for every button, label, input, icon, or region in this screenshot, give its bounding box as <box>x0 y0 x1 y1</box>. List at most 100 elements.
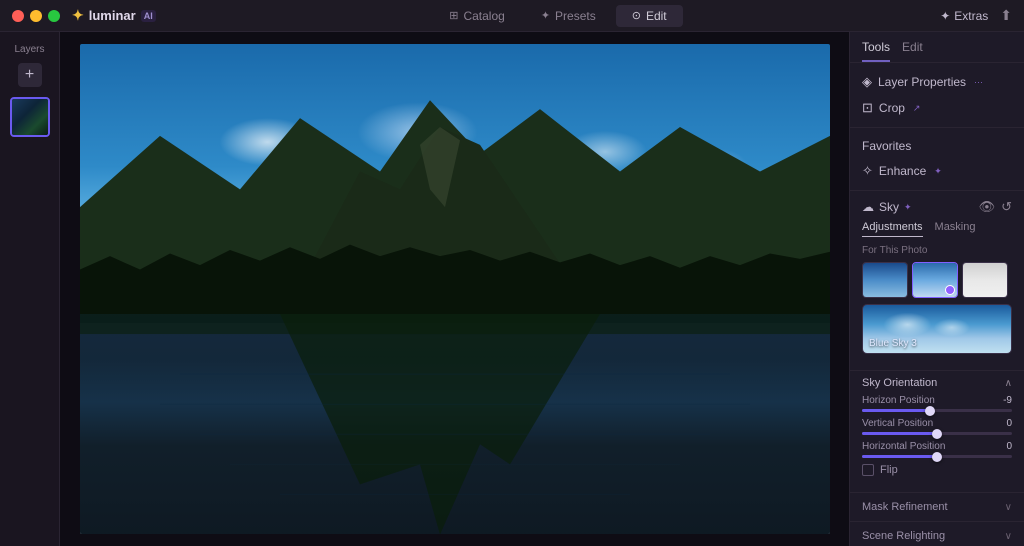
extras-label: Extras <box>954 9 988 23</box>
favorites-section: Favorites ✧ Enhance ✦ <box>850 128 1024 191</box>
adj-mask-tabs: Adjustments Masking <box>862 221 1012 237</box>
tab-presets[interactable]: ✦ Presets <box>525 5 612 27</box>
minimize-button[interactable] <box>30 10 42 22</box>
maximize-button[interactable] <box>48 10 60 22</box>
tab-presets-label: Presets <box>555 9 596 23</box>
mask-refinement-title: Mask Refinement <box>862 501 948 513</box>
layer-properties-tool[interactable]: ◈ Layer Properties ··· <box>862 69 1012 95</box>
extras-button[interactable]: ✦ Extras <box>940 9 988 23</box>
adjustments-tab[interactable]: Adjustments <box>862 221 923 237</box>
horizontal-label-row: Horizontal Position 0 <box>862 441 1012 452</box>
titlebar-right: ✦ Extras ⬆ <box>940 7 1012 24</box>
crop-badge: ↗ <box>913 103 921 114</box>
horizontal-position-label: Horizontal Position <box>862 441 945 452</box>
panel-tabs: Tools Edit <box>850 32 1024 63</box>
flip-label: Flip <box>880 464 898 476</box>
vertical-position-row: Vertical Position 0 <box>862 418 1012 435</box>
tab-edit[interactable]: ⊙ Edit <box>616 5 683 27</box>
horizon-position-value: -9 <box>1003 395 1012 406</box>
enhance-icon: ✧ <box>862 163 873 179</box>
app-badge: AI <box>141 10 156 22</box>
right-panel: Tools Edit ◈ Layer Properties ··· ⊡ Crop… <box>849 32 1024 546</box>
sky-reset-button[interactable]: ↺ <box>1001 199 1012 215</box>
sky-badge: ✦ <box>904 202 912 213</box>
sky-thumb-3[interactable] <box>962 262 1008 298</box>
layer-thumbnail[interactable] <box>10 97 50 137</box>
sky-title-group: ☁ Sky ✦ <box>862 200 912 214</box>
vertical-label-row: Vertical Position 0 <box>862 418 1012 429</box>
horizontal-position-thumb[interactable] <box>932 452 942 462</box>
layer-properties-badge: ··· <box>974 77 983 87</box>
plus-icon: + <box>25 66 34 84</box>
main-content: Layers + <box>0 32 1024 546</box>
mask-refinement-section[interactable]: Mask Refinement ∨ <box>850 492 1024 521</box>
logo-star-icon: ✦ <box>72 7 84 24</box>
layer-properties-label: Layer Properties <box>878 75 966 89</box>
sky-header: ☁ Sky ✦ 👁 ↺ <box>862 199 1012 215</box>
sky-visibility-button[interactable]: 👁 <box>979 199 996 215</box>
catalog-icon: ⊞ <box>449 9 458 22</box>
crop-tool[interactable]: ⊡ Crop ↗ <box>862 95 1012 121</box>
horizon-position-thumb[interactable] <box>925 406 935 416</box>
enhance-label: Enhance <box>879 164 926 178</box>
horizontal-position-row: Horizontal Position 0 <box>862 441 1012 458</box>
scene-relighting-section[interactable]: Scene Relighting ∨ <box>850 521 1024 546</box>
sky-orientation-header[interactable]: Sky Orientation ∧ <box>862 371 1012 395</box>
sky-thumb-2[interactable] <box>912 262 958 298</box>
favorites-item[interactable]: Favorites <box>862 134 1012 158</box>
titlebar: ✦ luminar AI ⊞ Catalog ✦ Presets ⊙ Edit … <box>0 0 1024 32</box>
edit-tab-label: Edit <box>902 40 923 54</box>
horizontal-position-value: 0 <box>1006 441 1012 452</box>
horizon-position-slider[interactable] <box>862 409 1012 412</box>
main-image <box>80 44 830 534</box>
sky-actions: 👁 ↺ <box>979 199 1012 215</box>
tab-catalog[interactable]: ⊞ Catalog <box>433 5 521 27</box>
sky-orientation-chevron-icon: ∧ <box>1005 378 1012 389</box>
reflection-illustration <box>80 314 830 535</box>
sky-thumb-1[interactable] <box>862 262 908 298</box>
sky-cloud-icon: ☁ <box>862 200 874 214</box>
for-this-photo-label: For This Photo <box>862 245 1012 256</box>
sky-selected-indicator <box>945 285 955 295</box>
sky-label: Sky <box>879 200 899 214</box>
crop-label: Crop <box>879 101 905 115</box>
canvas-area[interactable] <box>60 32 849 546</box>
sky-orientation-section: Sky Orientation ∧ Horizon Position -9 Ve… <box>850 370 1024 492</box>
sky-orientation-title: Sky Orientation <box>862 377 937 389</box>
share-button[interactable]: ⬆ <box>1000 7 1012 24</box>
nav-tabs: ⊞ Catalog ✦ Presets ⊙ Edit <box>176 5 940 27</box>
vertical-position-value: 0 <box>1006 418 1012 429</box>
masking-tab[interactable]: Masking <box>935 221 976 237</box>
sky-selected-label: Blue Sky 3 <box>869 338 917 349</box>
mask-refinement-chevron-icon: ∨ <box>1005 502 1012 513</box>
close-button[interactable] <box>12 10 24 22</box>
flip-checkbox[interactable] <box>862 464 874 476</box>
enhance-tool[interactable]: ✧ Enhance ✦ <box>862 158 1012 184</box>
layers-label: Layers <box>14 44 44 55</box>
masking-tab-label: Masking <box>935 221 976 233</box>
tools-tab-label: Tools <box>862 40 890 54</box>
horizon-position-label: Horizon Position <box>862 395 935 406</box>
add-layer-button[interactable]: + <box>18 63 42 87</box>
sky-thumb-1-image <box>863 263 907 297</box>
layer-properties-icon: ◈ <box>862 74 872 90</box>
adjustments-tab-label: Adjustments <box>862 221 923 233</box>
tab-tools[interactable]: Tools <box>862 40 890 62</box>
sky-selected-preview[interactable]: Blue Sky 3 <box>862 304 1012 354</box>
edit-icon: ⊙ <box>632 9 641 22</box>
sky-thumb-3-image <box>963 263 1007 297</box>
vertical-position-slider[interactable] <box>862 432 1012 435</box>
favorites-label: Favorites <box>862 139 911 153</box>
left-sidebar: Layers + <box>0 32 60 546</box>
vertical-position-fill <box>862 432 937 435</box>
horizon-position-fill <box>862 409 930 412</box>
extras-star-icon: ✦ <box>940 9 950 23</box>
horizontal-position-slider[interactable] <box>862 455 1012 458</box>
flip-row: Flip <box>862 464 1012 476</box>
traffic-lights <box>12 10 60 22</box>
tab-catalog-label: Catalog <box>463 9 504 23</box>
vertical-position-thumb[interactable] <box>932 429 942 439</box>
tool-section: ◈ Layer Properties ··· ⊡ Crop ↗ <box>850 63 1024 128</box>
tab-edit-panel[interactable]: Edit <box>902 40 923 62</box>
app-name: luminar <box>89 8 136 23</box>
